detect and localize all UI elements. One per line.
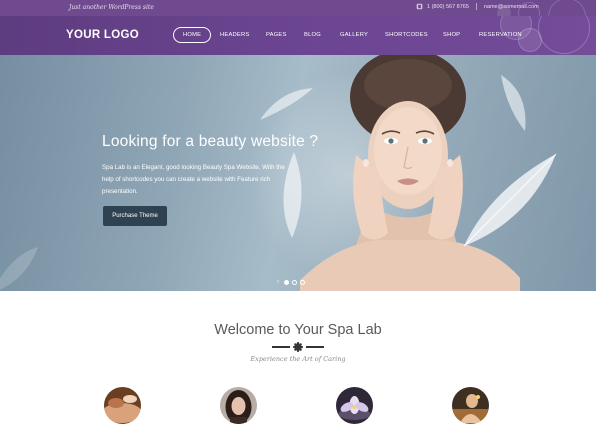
hero-description: Spa Lab is an Elegant, good looking Beau…: [102, 164, 285, 195]
contact-divider: [475, 3, 477, 10]
nav-gallery[interactable]: GALLERY: [340, 27, 368, 43]
slider-arrow-icon[interactable]: ›: [277, 279, 279, 285]
nav-shop[interactable]: SHOP: [443, 27, 460, 43]
slider-pagination: ›: [277, 279, 305, 285]
nav-pages[interactable]: PAGES: [266, 27, 287, 43]
main-header: YOUR LOGO HOME HEADERS PAGES BLOG GALLER…: [0, 16, 596, 55]
site-tagline: Just another WordPress site: [69, 4, 154, 11]
decorative-circle: [548, 0, 586, 16]
nav-shortcodes[interactable]: SHORTCODES: [385, 27, 428, 43]
service-image-beauty[interactable]: [220, 387, 257, 424]
nav-headers[interactable]: HEADERS: [220, 27, 249, 43]
slider-dot[interactable]: [284, 279, 289, 285]
slider-dot[interactable]: [300, 279, 305, 285]
nav-blog[interactable]: BLOG: [304, 27, 321, 43]
decorative-circle: [538, 16, 590, 54]
service-image-relax[interactable]: [452, 387, 489, 424]
welcome-title: Welcome to Your Spa Lab: [214, 322, 382, 338]
hero-title: Looking for a beauty website ?: [102, 133, 319, 150]
feather-icon: [463, 153, 557, 247]
flower-ornament-icon: [272, 342, 324, 352]
feather-icon: [260, 88, 313, 120]
nav-home[interactable]: HOME: [173, 27, 212, 43]
feather-icon: [0, 247, 38, 290]
service-image-massage[interactable]: [104, 387, 141, 424]
slider-dot[interactable]: [292, 279, 297, 285]
topbar: Just another WordPress site 1 (800) 567 …: [0, 0, 596, 16]
welcome-subtitle: Experience the Art of Caring: [250, 355, 346, 363]
phone-icon: [416, 3, 423, 10]
feather-icon: [501, 75, 526, 131]
purchase-theme-button[interactable]: Purchase Theme: [103, 206, 167, 226]
site-logo[interactable]: YOUR LOGO: [66, 29, 139, 41]
decorative-circle: [497, 6, 511, 16]
nav-reservation[interactable]: RESERVATION: [479, 27, 522, 43]
phone-number[interactable]: 1 (800) 567 8765: [427, 4, 469, 10]
service-image-lotus[interactable]: [336, 387, 373, 424]
hero-slider: Looking for a beauty website ? Spa Lab i…: [0, 55, 596, 291]
